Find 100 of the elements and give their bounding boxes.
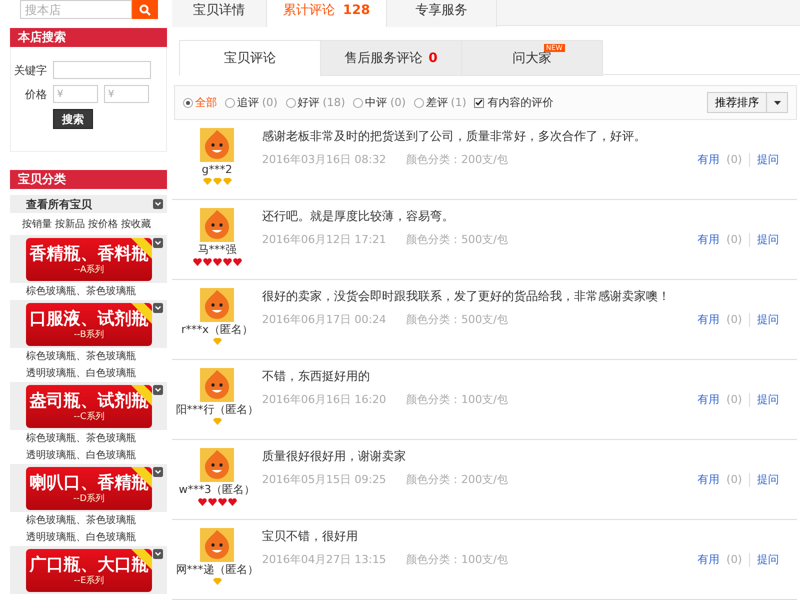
tab[interactable]: 售后服务评论 0	[320, 40, 462, 76]
sort-link[interactable]: 按收藏	[121, 217, 151, 231]
user-name: 网***递（匿名）	[176, 562, 258, 578]
useful-count: (0)	[726, 313, 742, 326]
ask-link[interactable]: 提问	[757, 312, 779, 328]
field-label: 价格	[24, 86, 47, 102]
sort-button[interactable]: 推荐排序	[708, 93, 767, 112]
filter-option[interactable]: 追评 (0)	[225, 95, 278, 110]
radio-button[interactable]	[286, 98, 296, 108]
search-icon	[139, 4, 151, 16]
checkbox[interactable]	[474, 98, 484, 108]
avatar-icon	[200, 128, 234, 162]
avatar-icon	[200, 208, 234, 242]
max-price-field[interactable]: ¥	[104, 85, 149, 103]
ask-link[interactable]: 提问	[757, 232, 779, 248]
review-text: 感谢老板非常及时的把货送到了公司，质量非常好，多次合作了，好评。	[262, 128, 647, 144]
radio-button[interactable]	[225, 98, 235, 108]
variant-label: 颜色分类：100支/包	[406, 392, 508, 408]
review-date: 2016年04月27日 13:15	[262, 552, 386, 568]
review-date: 2016年06月16日 16:20	[262, 392, 386, 408]
min-price-field[interactable]: ¥	[53, 85, 98, 103]
radio-button[interactable]	[414, 98, 424, 108]
subcategory-link[interactable]: 透明玻璃瓶、白色玻璃瓶	[10, 447, 167, 464]
content-filter[interactable]: 有内容的评价	[474, 95, 554, 110]
ask-link[interactable]: 提问	[757, 152, 779, 168]
expand-icon[interactable]	[153, 303, 163, 313]
variant-label: 颜色分类：200支/包	[406, 472, 508, 488]
useful-count: (0)	[726, 393, 742, 406]
all-items-link[interactable]: 查看所有宝贝	[26, 196, 92, 212]
variant-label: 颜色分类：100支/包	[406, 552, 508, 568]
tab[interactable]: 专享服务	[387, 0, 497, 27]
avatar-icon	[200, 288, 234, 322]
category-row[interactable]: 查看所有宝贝	[10, 195, 167, 213]
review-date: 2016年06月17日 00:24	[262, 312, 386, 328]
subcategory-link[interactable]: 棕色玻璃瓶、茶色玻璃瓶	[10, 430, 167, 447]
useful-link[interactable]: 有用	[697, 552, 720, 568]
variant-label: 颜色分类：500支/包	[406, 312, 508, 328]
filter-option[interactable]: 差评 (1)	[414, 95, 466, 110]
review-date: 2016年05月15日 09:25	[262, 472, 386, 488]
caret-icon	[774, 100, 780, 105]
panel-header: 本店搜索	[10, 28, 167, 47]
expand-icon[interactable]	[153, 467, 163, 477]
tick-icon	[475, 99, 484, 106]
user-name: 阳***行（匿名）	[176, 402, 258, 418]
tab[interactable]: 宝贝评论	[179, 40, 321, 76]
subcategory-link[interactable]: 棕色玻璃瓶、茶色玻璃瓶	[10, 348, 167, 365]
store-search-field[interactable]: 搜本店	[20, 0, 132, 19]
review-text: 宝贝不错，很好用	[262, 528, 359, 544]
subcategory-link[interactable]: 透明玻璃瓶、白色玻璃瓶	[10, 529, 167, 546]
filter-option[interactable]: 中评 (0)	[353, 95, 406, 110]
avatar-icon	[200, 448, 234, 482]
useful-link[interactable]: 有用	[697, 152, 720, 168]
user-name: w***3（匿名）	[178, 482, 256, 498]
useful-link[interactable]: 有用	[697, 232, 720, 248]
review-text: 很好的卖家，没货会即时跟我联系，发了更好的货品给我，非常感谢卖家噢！	[262, 288, 671, 304]
expand-icon[interactable]	[153, 549, 163, 559]
useful-link[interactable]: 有用	[697, 472, 720, 488]
useful-count: (0)	[726, 553, 742, 566]
panel-header: 宝贝分类	[10, 170, 167, 189]
search-button[interactable]: 搜索	[53, 109, 93, 129]
review-text: 还行吧。就是厚度比较薄，容易弯。	[262, 208, 455, 224]
ask-link[interactable]: 提问	[757, 552, 779, 568]
filter-option[interactable]: 好评 (18)	[286, 95, 346, 110]
radio-button[interactable]	[353, 98, 364, 108]
radio-button[interactable]	[183, 98, 193, 108]
useful-count: (0)	[726, 233, 742, 246]
search-button[interactable]	[132, 0, 158, 19]
user-name: r***x（匿名）	[181, 322, 253, 338]
keyword-field[interactable]	[53, 61, 151, 79]
review-text: 不错，东西挺好用的	[262, 368, 371, 384]
diamond-icon	[212, 578, 222, 586]
avatar-icon	[200, 528, 234, 562]
review-date: 2016年03月16日 08:32	[262, 152, 386, 168]
expand-icon[interactable]	[153, 238, 163, 248]
diamond-icon	[212, 338, 222, 346]
ask-link[interactable]: 提问	[757, 392, 779, 408]
review-date: 2016年06月12日 17:21	[262, 232, 386, 248]
sort-link[interactable]: 按价格	[88, 217, 118, 231]
dropdown-button[interactable]	[767, 93, 787, 112]
useful-count: (0)	[726, 153, 742, 166]
field-label: 关键字	[13, 62, 47, 78]
variant-label: 颜色分类：200支/包	[406, 152, 508, 168]
subcategory-link[interactable]: 棕色玻璃瓶、茶色玻璃瓶	[10, 283, 167, 300]
variant-label: 颜色分类：500支/包	[406, 232, 508, 248]
user-name: 马***强	[198, 242, 236, 258]
user-name: g***2	[202, 162, 232, 178]
tab[interactable]: 宝贝详情	[172, 0, 267, 27]
review-text: 质量很好很好用，谢谢卖家	[262, 448, 407, 464]
subcategory-link[interactable]: 棕色玻璃瓶、茶色玻璃瓶	[10, 512, 167, 529]
expand-icon[interactable]	[153, 199, 163, 209]
useful-link[interactable]: 有用	[697, 392, 720, 408]
useful-count: (0)	[726, 473, 742, 486]
avatar-icon	[200, 368, 234, 402]
useful-link[interactable]: 有用	[697, 312, 720, 328]
ask-link[interactable]: 提问	[757, 472, 779, 488]
subcategory-link[interactable]: 透明玻璃瓶、白色玻璃瓶	[10, 365, 167, 382]
sort-link[interactable]: 按销量	[22, 217, 52, 231]
diamond-icon	[212, 418, 222, 426]
sort-link[interactable]: 按新品	[55, 217, 85, 231]
expand-icon[interactable]	[153, 385, 163, 395]
